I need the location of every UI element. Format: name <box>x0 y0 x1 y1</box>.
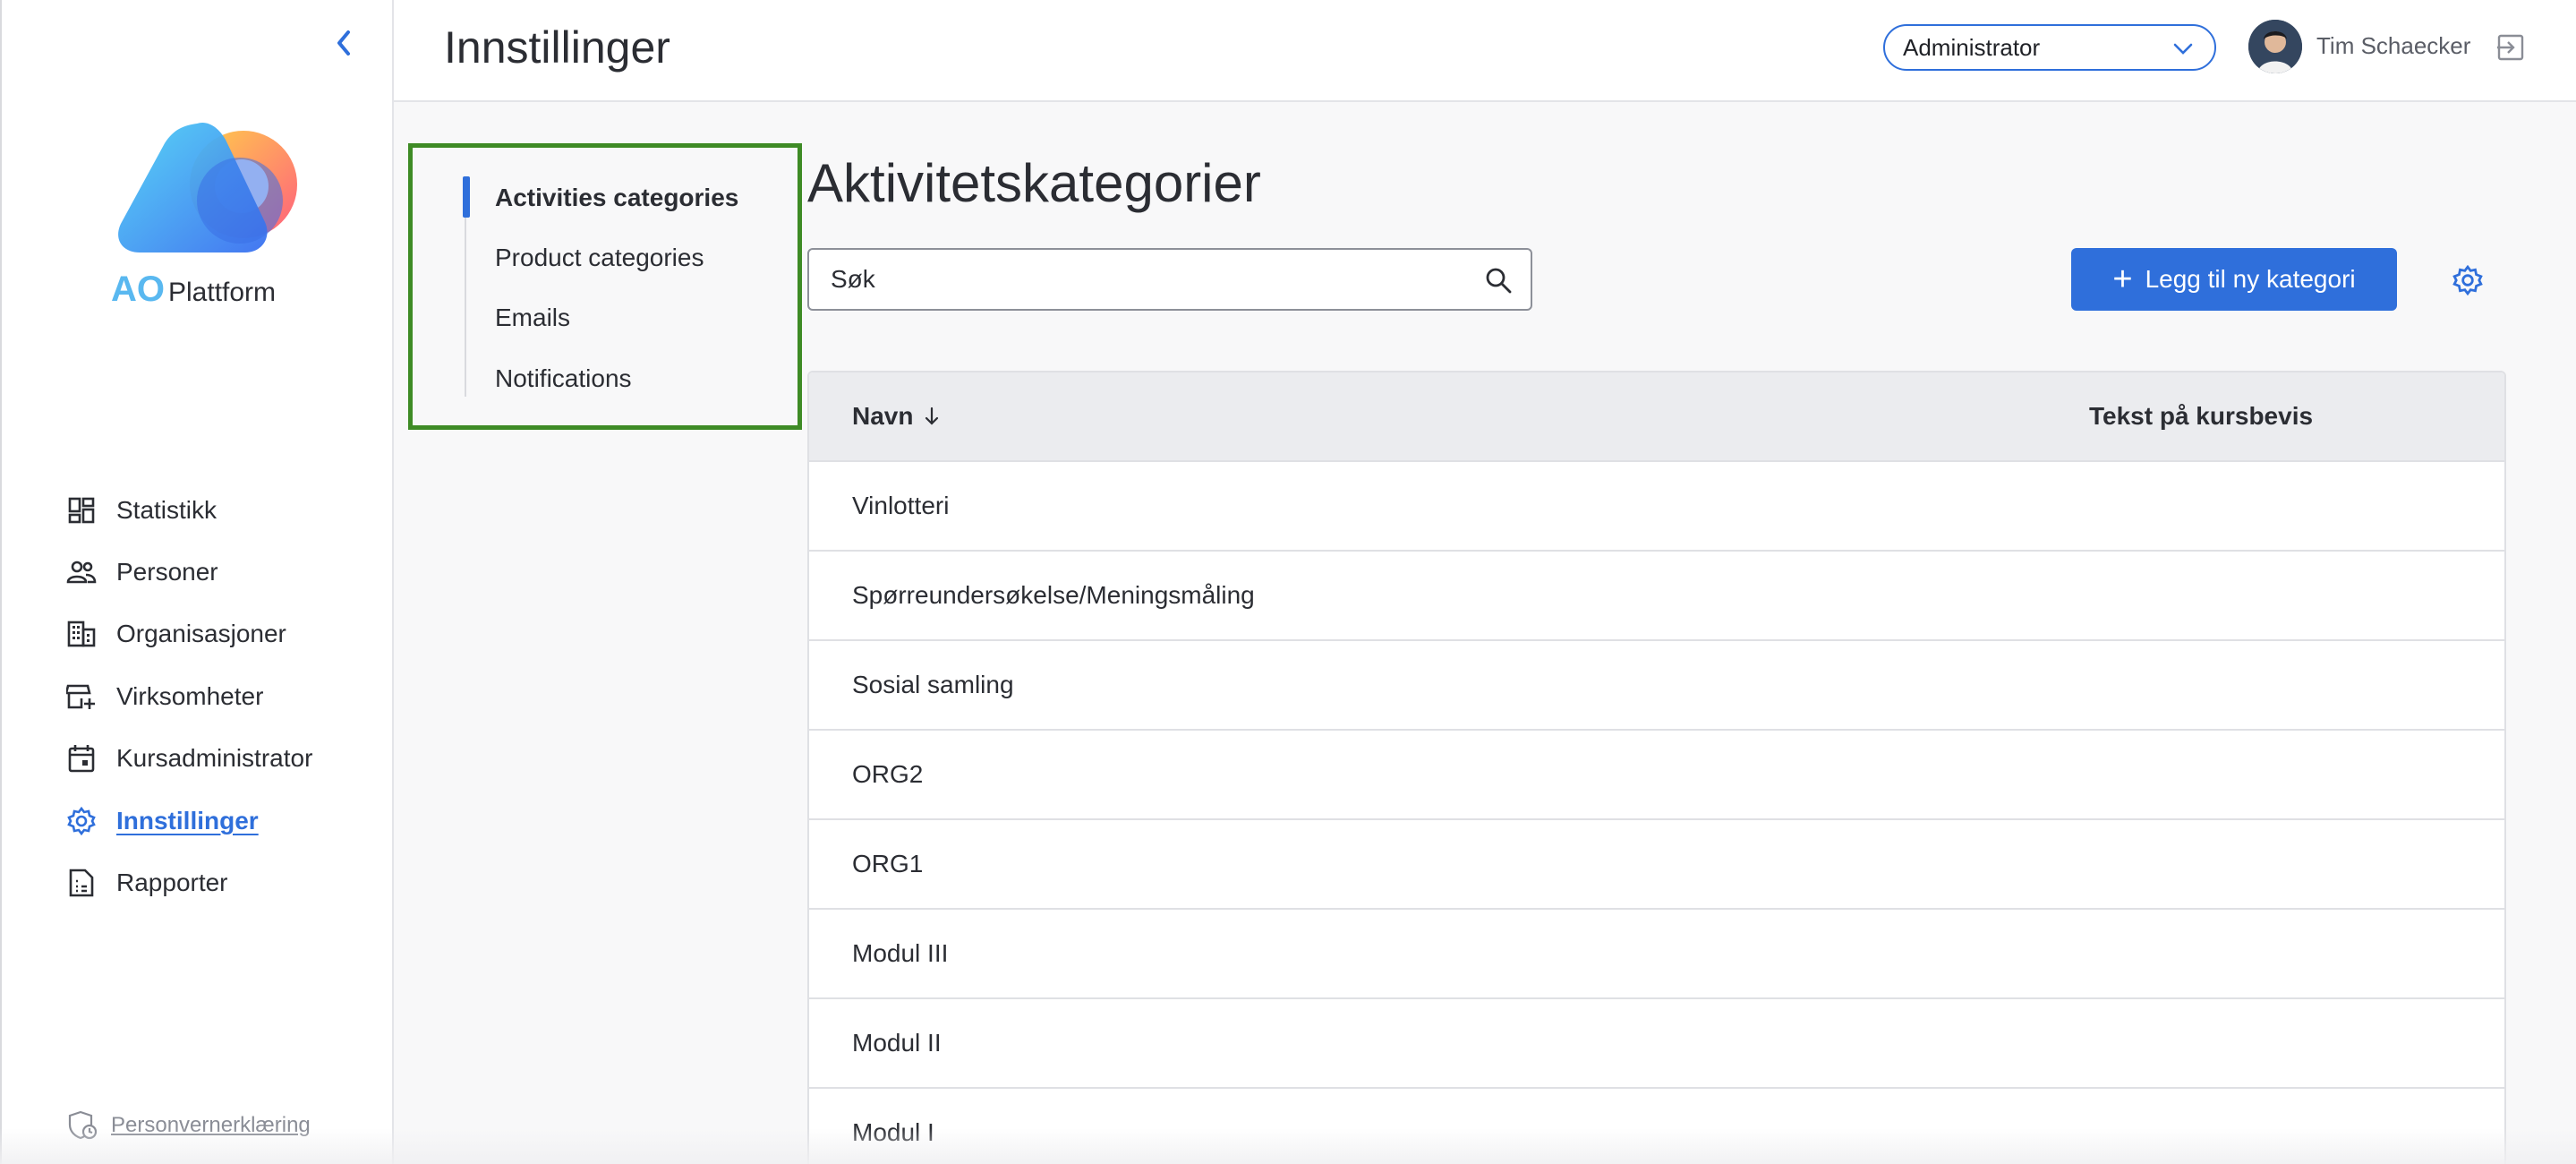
sidebar-item-virksomheter[interactable]: Virksomheter <box>66 665 388 727</box>
main-nav: Statistikk Personer Organisasjoner Virks… <box>66 479 388 914</box>
plus-icon: + <box>2112 261 2133 298</box>
logout-button[interactable] <box>2495 32 2526 63</box>
subnav-active-indicator <box>463 176 470 218</box>
table-cell-navn: ORG2 <box>852 760 924 788</box>
table-settings-button[interactable] <box>2452 264 2483 296</box>
table-cell-navn: Modul II <box>852 1029 942 1057</box>
subnav-item-product-categories[interactable]: Product categories <box>495 244 704 272</box>
column-header-label: Navn <box>852 402 914 430</box>
gear-icon <box>2452 264 2483 296</box>
sidebar-item-rapporter[interactable]: Rapporter <box>66 852 388 913</box>
section-title: Aktivitetskategorier <box>807 153 1261 213</box>
user-name: Tim Schaecker <box>2316 32 2471 59</box>
subnav-item-notifications[interactable]: Notifications <box>495 364 632 393</box>
arrow-down-icon <box>925 407 939 425</box>
privacy-policy-link[interactable]: Personvernerklæring <box>68 1110 311 1141</box>
table-header: Navn Tekst på kursbevis <box>809 372 2504 462</box>
search-box <box>807 248 1532 311</box>
sidebar-item-label: Statistikk <box>116 495 218 524</box>
report-icon <box>66 868 97 898</box>
sidebar-item-label: Rapporter <box>116 869 228 897</box>
table-cell-navn: ORG1 <box>852 850 924 877</box>
table-row[interactable]: Modul III <box>809 910 2504 999</box>
column-header-label: Tekst på kursbevis <box>2089 402 2314 430</box>
table-row[interactable]: Modul II <box>809 999 2504 1089</box>
role-select-value: Administrator <box>1903 33 2041 61</box>
settings-subnav: Activities categories Product categories… <box>408 143 802 430</box>
calendar-icon <box>66 743 97 774</box>
sidebar-item-statistikk[interactable]: Statistikk <box>66 479 388 541</box>
page-title: Innstillinger <box>444 22 670 73</box>
logo-mark-icon: AO Plattform <box>111 122 297 309</box>
table-cell-navn: Spørreundersøkelse/Meningsmåling <box>852 581 1255 609</box>
table-row[interactable]: Sosial samling <box>809 641 2504 731</box>
table-cell-navn: Vinlotteri <box>852 492 950 519</box>
column-header-tekst-pa-kursbevis[interactable]: Tekst på kursbevis <box>2089 402 2313 431</box>
subnav-item-activities-categories[interactable]: Activities categories <box>495 184 738 212</box>
sidebar-item-organisasjoner[interactable]: Organisasjoner <box>66 603 388 665</box>
logout-icon <box>2497 34 2524 61</box>
table-row[interactable]: ORG1 <box>809 820 2504 910</box>
chevron-left-icon <box>337 30 350 56</box>
chevron-down-icon <box>2173 43 2193 55</box>
column-header-navn[interactable]: Navn <box>852 402 942 431</box>
role-select[interactable]: Administrator <box>1883 24 2216 71</box>
sidebar-item-label: Virksomheter <box>116 681 264 710</box>
avatar[interactable] <box>2248 20 2302 73</box>
sidebar-item-label: Organisasjoner <box>116 620 286 648</box>
categories-table: Navn Tekst på kursbevis Vinlotteri Spørr… <box>807 371 2506 1164</box>
top-header: Innstillinger Administrator Tim Schaecke… <box>394 0 2576 102</box>
gear-icon <box>66 806 97 836</box>
table-cell-navn: Modul III <box>852 939 949 967</box>
sidebar: AO Plattform Statistikk Personer Organis… <box>0 0 394 1164</box>
table-row[interactable]: Spørreundersøkelse/Meningsmåling <box>809 552 2504 641</box>
add-category-label: Legg til ny kategori <box>2145 265 2356 293</box>
user-avatar-icon <box>2248 20 2302 73</box>
shield-clock-icon <box>68 1110 98 1141</box>
sidebar-item-personer[interactable]: Personer <box>66 541 388 603</box>
sidebar-item-label: Personer <box>116 558 218 586</box>
people-icon <box>66 557 97 587</box>
dashboard-icon <box>66 495 97 526</box>
search-input[interactable] <box>831 265 1457 294</box>
table-cell-navn: Modul I <box>852 1118 934 1146</box>
subnav-item-emails[interactable]: Emails <box>495 304 570 332</box>
sidebar-item-label: Innstillinger <box>116 806 259 834</box>
privacy-policy-label: Personvernerklæring <box>111 1113 311 1137</box>
sidebar-item-label: Kursadministrator <box>116 744 313 773</box>
svg-text:AO: AO <box>111 270 165 309</box>
table-row[interactable]: ORG2 <box>809 731 2504 820</box>
ao-plattform-logo: AO Plattform <box>107 118 304 310</box>
svg-text:Plattform: Plattform <box>168 278 276 307</box>
search-icon[interactable] <box>1484 266 1513 295</box>
add-category-button[interactable]: + Legg til ny kategori <box>2071 248 2397 311</box>
building-icon <box>66 619 97 649</box>
table-row[interactable]: Modul I <box>809 1089 2504 1164</box>
store-add-icon <box>66 681 97 712</box>
collapse-sidebar-button[interactable] <box>331 27 356 59</box>
table-cell-navn: Sosial samling <box>852 671 1014 698</box>
sidebar-item-kursadministrator[interactable]: Kursadministrator <box>66 728 388 790</box>
table-row[interactable]: Vinlotteri <box>809 462 2504 552</box>
sidebar-item-innstillinger[interactable]: Innstillinger <box>66 790 388 852</box>
